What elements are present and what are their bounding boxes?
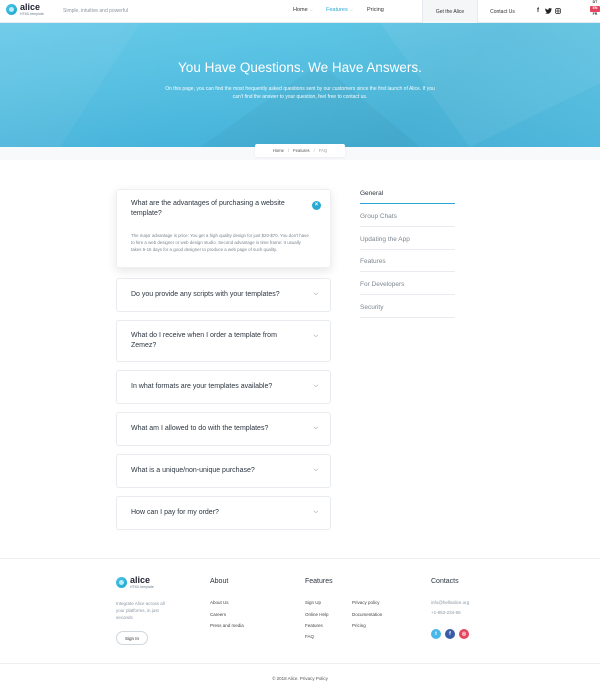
faq-question: Do you provide any scripts with your tem…	[131, 290, 280, 298]
nav-pricing[interactable]: Pricing	[367, 7, 384, 13]
brand-sub: HTML template	[20, 12, 44, 16]
faq-item-open[interactable]: What are the advantages of purchasing a …	[116, 189, 331, 268]
get-alice-button[interactable]: Get the Alice	[422, 0, 477, 23]
faq-item[interactable]: Do you provide any scripts with your tem…	[116, 278, 331, 312]
breadcrumb-features[interactable]: Features	[293, 148, 310, 153]
chevron-down-icon: ⌵	[313, 333, 318, 339]
brand-name: alice	[130, 575, 151, 585]
sign-in-button[interactable]: Sign In	[116, 631, 148, 645]
footer-link[interactable]: Online Help	[305, 612, 329, 617]
faq-item[interactable]: In what formats are your templates avail…	[116, 370, 331, 404]
hero-title: You Have Questions. We Have Answers.	[178, 60, 422, 75]
instagram-icon[interactable]: ◎	[459, 629, 469, 639]
chevron-down-icon: ⌵	[313, 509, 318, 515]
nav-home[interactable]: Home ⌵	[293, 7, 313, 13]
footer-features-title: Features	[305, 578, 333, 585]
nav-features[interactable]: Features ⌵	[326, 7, 353, 13]
breadcrumb-current: FAQ	[318, 148, 328, 153]
faq-question: What do I receive when I order a templat…	[131, 331, 277, 349]
top-header: alice HTML template Simple, intuitive an…	[0, 0, 600, 23]
language-switcher[interactable]: DT EN FR	[590, 0, 600, 17]
faq-question: How can I pay for my order?	[131, 508, 219, 516]
faq-question: In what formats are your templates avail…	[131, 382, 273, 390]
faq-item[interactable]: How can I pay for my order? ⌵	[116, 496, 331, 530]
instagram-icon[interactable]	[555, 8, 561, 14]
hero-description: On this page, you can find the most freq…	[165, 86, 435, 100]
chevron-down-icon: ⌵	[309, 7, 313, 12]
faq-question: What am I allowed to do with the templat…	[131, 424, 269, 432]
twitter-icon[interactable]: t	[431, 629, 441, 639]
lang-option[interactable]: FR	[593, 12, 598, 16]
logo-icon	[116, 577, 127, 589]
footer-divider	[0, 663, 600, 664]
facebook-icon[interactable]: f	[445, 629, 455, 639]
footer-link[interactable]: Press and media	[210, 623, 244, 628]
twitter-icon[interactable]	[545, 8, 552, 14]
chevron-down-icon: ⌵	[313, 425, 318, 431]
tagline: Simple, intuitive and powerful	[63, 8, 129, 14]
sidebar-item-features[interactable]: Features	[360, 258, 455, 272]
footer-link[interactable]: About Us	[210, 600, 229, 605]
copyright: © 2018 Alice. Privacy Policy	[272, 676, 328, 681]
footer-link[interactable]: Features	[305, 623, 323, 628]
close-icon[interactable]: ×	[312, 201, 321, 210]
footer-link[interactable]: Careers	[210, 612, 226, 617]
brand-name: alice	[20, 2, 41, 12]
breadcrumb: Home / Features / FAQ	[255, 144, 345, 157]
brand-sub: HTML template	[130, 585, 154, 589]
logo-icon	[6, 4, 17, 16]
footer-link[interactable]: Sign Up	[305, 600, 321, 605]
contact-email[interactable]: info@hellsalice.org	[431, 600, 469, 605]
facebook-icon[interactable]: f	[537, 8, 539, 14]
footer-link[interactable]: Documentation	[352, 612, 382, 617]
contact-phone[interactable]: +1-853-234-65	[431, 610, 461, 615]
faq-question: What is a unique/non-unique purchase?	[131, 466, 255, 474]
lang-option[interactable]: DT	[593, 0, 598, 4]
sidebar-item-general[interactable]: General	[360, 190, 455, 204]
brand-logo[interactable]: alice HTML template	[6, 3, 44, 17]
chevron-down-icon: ⌵	[313, 383, 318, 389]
breadcrumb-home[interactable]: Home	[273, 148, 284, 153]
sidebar-item-developers[interactable]: For Developers	[360, 281, 455, 295]
hero-banner: You Have Questions. We Have Answers. On …	[0, 23, 600, 147]
faq-question: What are the advantages of purchasing a …	[131, 200, 285, 218]
footer-about-title: About	[210, 578, 229, 585]
faq-item[interactable]: What is a unique/non-unique purchase? ⌵	[116, 454, 331, 488]
sidebar-item-updating[interactable]: Updating the App	[360, 236, 455, 250]
sidebar-item-group-chats[interactable]: Group Chats	[360, 213, 455, 227]
footer-contacts-title: Contacts	[431, 578, 459, 585]
chevron-down-icon: ⌵	[313, 467, 318, 473]
footer-description: Integrate Alice across all your platform…	[116, 601, 165, 620]
faq-item[interactable]: What do I receive when I order a templat…	[116, 320, 331, 362]
faq-item[interactable]: What am I allowed to do with the templat…	[116, 412, 331, 446]
footer-logo[interactable]: alice HTML template	[116, 576, 154, 590]
footer-link[interactable]: Pricing	[352, 623, 366, 628]
chevron-down-icon: ⌵	[349, 7, 353, 12]
footer-link[interactable]: Privacy policy	[352, 600, 380, 605]
footer-link[interactable]: FAQ	[305, 634, 314, 639]
faq-answer: The major advantage is price: You get a …	[131, 233, 309, 253]
contact-us-button[interactable]: Contact Us	[477, 0, 527, 23]
footer: alice HTML template Integrate Alice acro…	[0, 558, 600, 693]
chevron-down-icon: ⌵	[313, 291, 318, 297]
sidebar-item-security[interactable]: Security	[360, 304, 455, 318]
